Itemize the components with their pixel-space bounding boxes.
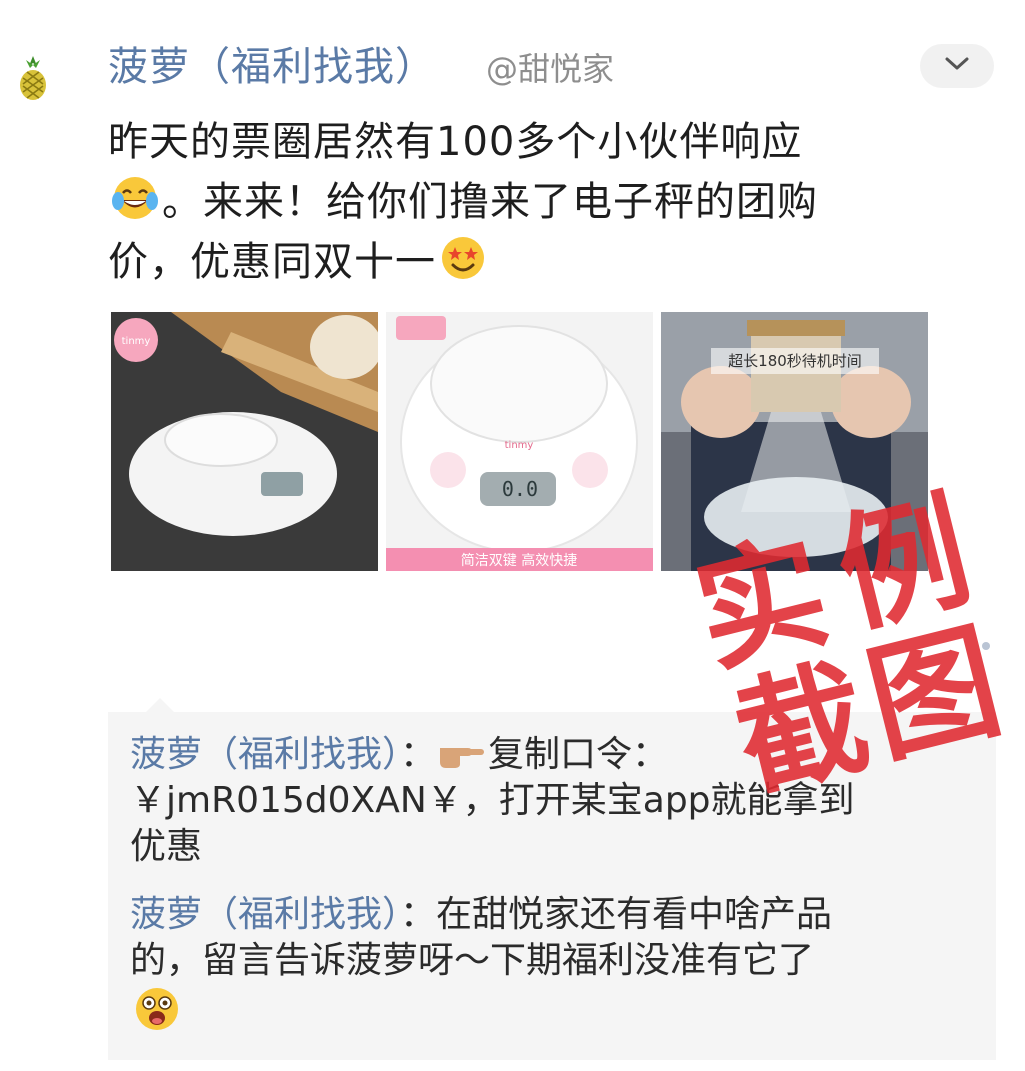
comment-author[interactable]: 菠萝（福利找我） xyxy=(130,734,400,775)
post-text-line: 昨天的票圈居然有100多个小伙伴响应 xyxy=(108,119,803,165)
post-author-handle[interactable]: @甜悦家 xyxy=(486,44,614,90)
post-text-line: 价，优惠同双十一 xyxy=(108,232,918,292)
brand-logo: tinmy xyxy=(505,440,534,451)
laughing-crying-emoji-icon xyxy=(110,173,160,223)
image-overlay-text: 超长180秒待机时间 xyxy=(728,352,862,370)
comment-box-caret xyxy=(146,698,174,712)
post-body: 昨天的票圈居然有100多个小伙伴响应 。来来！给你们撸来了电子秤的团购 价，优惠… xyxy=(108,112,918,292)
star-eyes-emoji-icon xyxy=(438,233,488,283)
post-image-scale-front[interactable]: 0.0 tinmy 简洁双键 高效快捷 xyxy=(386,312,653,571)
pointing-hand-icon xyxy=(438,734,486,770)
post-image-sifting-flour[interactable]: 超长180秒待机时间 xyxy=(661,312,928,571)
image-caption: 简洁双键 高效快捷 xyxy=(461,552,577,569)
post-image-scale-table[interactable]: tinmy xyxy=(111,312,378,571)
post-text-line: 。来来！给你们撸来了电子秤的团购 xyxy=(108,172,918,232)
post-menu-button[interactable] xyxy=(920,44,994,88)
brand-logo: tinmy xyxy=(122,336,151,347)
comment-author[interactable]: 菠萝（福利找我） xyxy=(130,894,400,935)
post-author-name[interactable]: 菠萝（福利找我） xyxy=(108,34,436,92)
comment-item: 菠萝（福利找我）：在甜悦家还有看中啥产品 的，留言告诉菠萝呀～下期福利没准有它了 xyxy=(130,892,930,1038)
more-dots-icon[interactable] xyxy=(956,632,996,672)
comment-item: 菠萝（福利找我）： 复制口令： ￥jmR015d0XAN￥，打开某宝app就能拿… xyxy=(130,734,855,867)
astonished-emoji-icon xyxy=(132,984,182,1034)
pineapple-avatar-icon[interactable] xyxy=(14,54,52,102)
chevron-down-icon xyxy=(944,56,970,76)
scale-display-value: 0.0 xyxy=(502,477,538,501)
